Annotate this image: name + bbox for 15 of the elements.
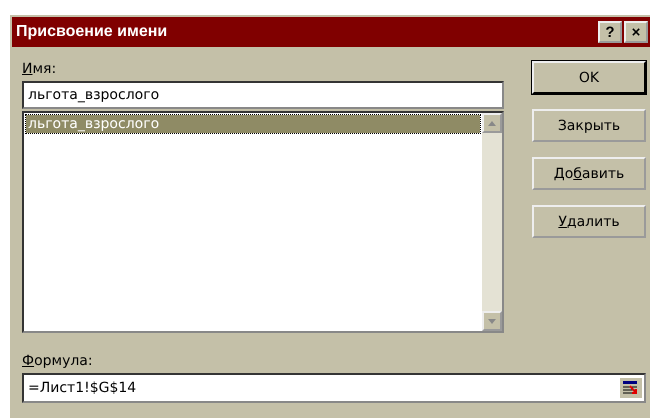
scroll-down-icon	[488, 318, 496, 324]
dialog-button[interactable]: Добавить	[532, 157, 646, 190]
collapse-dialog-icon[interactable]	[620, 378, 642, 398]
help-button[interactable]: ?	[598, 21, 622, 43]
close-button[interactable]: ×	[624, 21, 648, 43]
window-title: Присвоение имени	[16, 23, 168, 41]
name-field[interactable]: льгота_взрослого	[22, 81, 504, 109]
dialog-button[interactable]: Закрыть	[532, 109, 646, 142]
scroll-up-icon	[488, 120, 496, 126]
dialog-button[interactable]: Удалить	[532, 205, 646, 238]
formula-field[interactable]: =Лист1!$G$14	[22, 373, 646, 403]
scrollbar[interactable]	[482, 113, 502, 331]
dialog-button[interactable]: OK	[532, 61, 646, 94]
formula-label: Формула:	[22, 353, 94, 369]
name-label: Имя:	[22, 61, 58, 77]
